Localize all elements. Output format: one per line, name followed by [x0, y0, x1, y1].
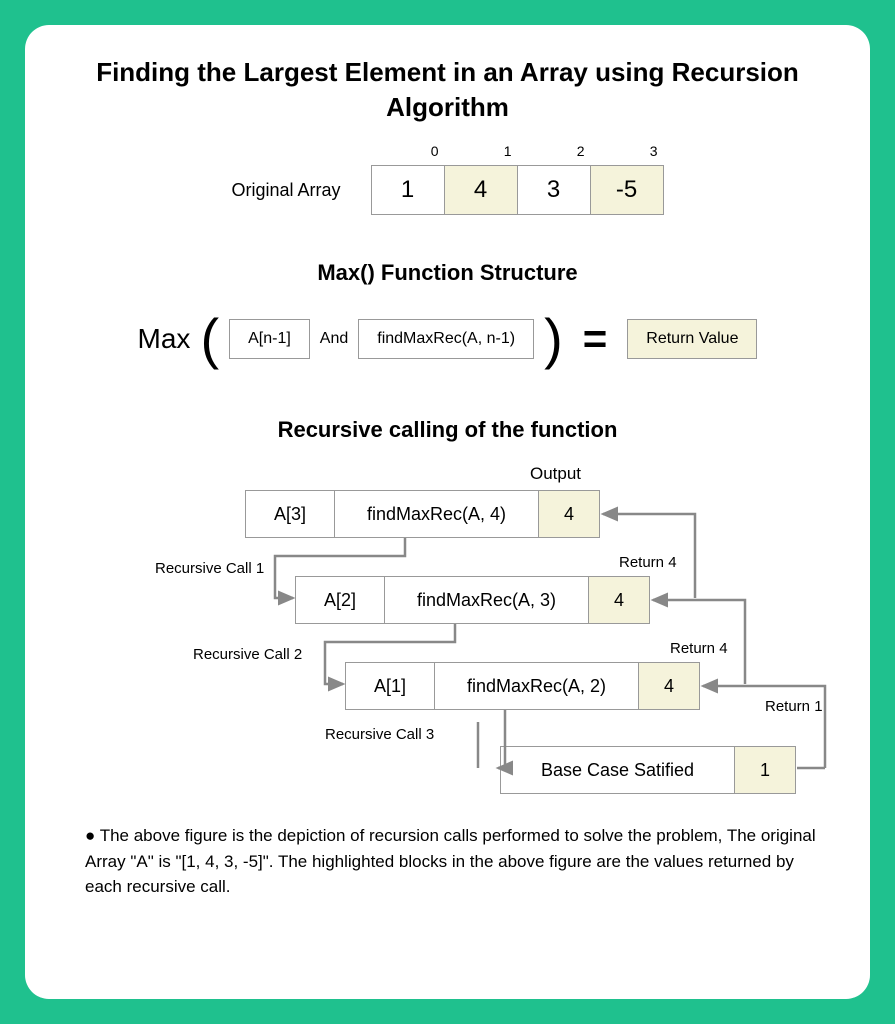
recursion-heading: Recursive calling of the function	[65, 417, 830, 443]
index-1: 1	[444, 143, 518, 159]
array-cells: 1 4 3 -5	[371, 165, 664, 215]
call-row-1: A[2] findMaxRec(A, 3) 4	[295, 576, 650, 624]
call0-out: 4	[538, 490, 600, 538]
max-row: Max ( A[n-1] And findMaxRec(A, n-1) ) = …	[65, 311, 830, 367]
cell-3: -5	[590, 165, 664, 215]
call2-out: 4	[638, 662, 700, 710]
equals-sign: =	[583, 315, 608, 363]
array-section: Original Array 0 1 2 3 1 4 3 -5	[65, 165, 830, 215]
arg1-box: A[n-1]	[229, 319, 310, 359]
array-label: Original Array	[231, 180, 340, 201]
cell-2: 3	[517, 165, 591, 215]
rec-call-label-2: Recursive Call 2	[193, 646, 302, 663]
rec-call-label-1: Recursive Call 1	[155, 560, 264, 577]
paren-open: (	[200, 311, 219, 367]
call1-arg: A[2]	[295, 576, 385, 624]
and-label: And	[320, 330, 348, 348]
arg2-box: findMaxRec(A, n-1)	[358, 319, 534, 359]
return-label-3: Return 1	[765, 698, 823, 715]
description: The above figure is the depiction of rec…	[65, 823, 830, 900]
index-0: 0	[371, 143, 445, 159]
call0-arg: A[3]	[245, 490, 335, 538]
result-box: Return Value	[627, 319, 757, 359]
base-out: 1	[734, 746, 796, 794]
return-label-1: Return 4	[619, 554, 677, 571]
call-row-0: A[3] findMaxRec(A, 4) 4	[245, 490, 600, 538]
max-label: Max	[138, 323, 191, 355]
output-label: Output	[530, 464, 581, 484]
return-label-2: Return 4	[670, 640, 728, 657]
call1-out: 4	[588, 576, 650, 624]
max-heading: Max() Function Structure	[65, 260, 830, 286]
cell-0: 1	[371, 165, 445, 215]
diagram-card: Finding the Largest Element in an Array …	[25, 25, 870, 999]
recursion-area: Output A[3] findMaxRec(A, 4) 4 Recursive…	[65, 468, 830, 808]
paren-close: )	[544, 311, 563, 367]
call2-func: findMaxRec(A, 2)	[434, 662, 639, 710]
base-label: Base Case Satified	[500, 746, 735, 794]
index-2: 2	[517, 143, 591, 159]
call1-func: findMaxRec(A, 3)	[384, 576, 589, 624]
array-wrapper: 0 1 2 3 1 4 3 -5	[371, 165, 664, 215]
cell-1: 4	[444, 165, 518, 215]
page-title: Finding the Largest Element in an Array …	[65, 55, 830, 125]
index-3: 3	[590, 143, 664, 159]
index-row: 0 1 2 3	[371, 143, 664, 159]
call0-func: findMaxRec(A, 4)	[334, 490, 539, 538]
call-row-base: Base Case Satified 1	[500, 746, 796, 794]
call2-arg: A[1]	[345, 662, 435, 710]
rec-call-label-3: Recursive Call 3	[325, 726, 434, 743]
call-row-2: A[1] findMaxRec(A, 2) 4	[345, 662, 700, 710]
